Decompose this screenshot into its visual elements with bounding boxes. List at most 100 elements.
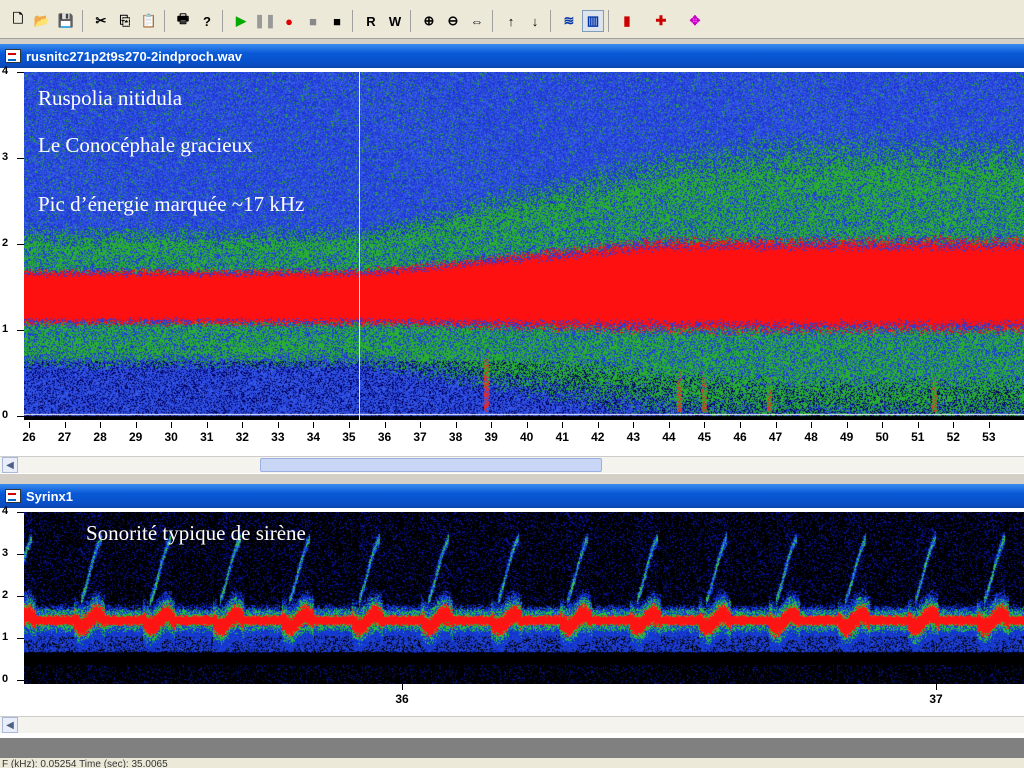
window-titlebar-main[interactable]: rusnitc271p2t9s270-2indproch.wav <box>0 44 1024 68</box>
pause-icon[interactable]: ❚❚ <box>254 10 276 32</box>
x-tick-mark <box>740 422 741 428</box>
x-tick-label: 40 <box>520 430 534 444</box>
x-tick-mark <box>135 422 137 428</box>
print-icon[interactable]: 🖶 <box>172 10 194 32</box>
x-tick-label: 27 <box>57 430 72 444</box>
toolbar-separator <box>352 10 353 32</box>
x-tick-mark <box>936 684 937 690</box>
y-tick-label: 0 <box>2 673 9 685</box>
window-title-detail: Syrinx1 <box>26 488 73 504</box>
help-icon[interactable]: ? <box>196 10 218 32</box>
spectrogram-icon[interactable]: ▥ <box>582 10 604 32</box>
y-tick-mark <box>17 680 24 681</box>
x-tick-mark <box>953 422 955 428</box>
channel-blue-icon[interactable]: ✚ <box>650 10 672 32</box>
x-tick-mark <box>206 422 208 428</box>
record-icon[interactable]: ● <box>278 10 300 32</box>
siren-sound-label: Sonorité typique de sirène <box>86 521 306 545</box>
x-tick-mark <box>29 422 30 428</box>
stop-disabled-icon[interactable]: ■ <box>302 10 324 32</box>
x-tick-label: 36 <box>377 430 392 444</box>
x-tick-mark <box>100 422 102 428</box>
document-wave-icon <box>5 489 21 503</box>
mdi-background <box>0 738 1024 758</box>
y-tick-mark <box>17 638 24 639</box>
x-tick-mark <box>668 422 670 428</box>
x-tick-label: 47 <box>768 430 783 444</box>
cut-icon[interactable]: ✂ <box>90 10 112 32</box>
x-tick-mark <box>704 422 706 428</box>
spectrogram-window-main: rusnitc271p2t9s270-2indproch.wav 43210 R… <box>0 44 1024 474</box>
x-tick-mark <box>171 422 173 428</box>
channel-pink-icon[interactable]: ✥ <box>684 10 706 32</box>
paste-icon[interactable]: 📋 <box>138 10 160 32</box>
x-tick-label: 29 <box>128 430 143 444</box>
y-tick-label: 4 <box>2 505 9 517</box>
zoom-fit-icon[interactable]: ⇔ <box>466 10 488 32</box>
x-tick-label: 26 <box>22 430 36 444</box>
y-tick-label: 2 <box>2 237 9 249</box>
x-tick-label: 28 <box>93 430 107 444</box>
x-tick-label: 35 <box>342 430 356 444</box>
stop-icon[interactable]: ■ <box>326 10 348 32</box>
window-titlebar-detail[interactable]: Syrinx1 <box>0 484 1024 508</box>
x-tick-label: 50 <box>875 430 889 444</box>
y-tick-label: 3 <box>2 151 9 163</box>
spectrogram-window-detail: Syrinx1 4 3 2 1 0 Sonorité typique de sirène… <box>0 484 1024 738</box>
y-tick-mark <box>17 512 24 513</box>
time-cursor[interactable] <box>359 72 360 420</box>
x-tick-mark <box>277 422 279 428</box>
y-tick-label: 0 <box>2 409 9 421</box>
x-tick-label: 36 <box>395 692 409 706</box>
y-tick-mark <box>17 158 24 159</box>
y-tick-mark <box>17 554 24 555</box>
read-icon[interactable]: R <box>360 10 382 32</box>
x-tick-label: 31 <box>200 430 214 444</box>
x-tick-label: 34 <box>306 430 321 444</box>
x-tick-mark <box>384 422 386 428</box>
amplitude-up-icon[interactable]: ↑ <box>500 10 522 32</box>
scroll-left-icon[interactable]: ◀ <box>2 717 18 733</box>
play-icon[interactable]: ▶ <box>230 10 252 32</box>
scroll-left-icon[interactable]: ◀ <box>2 457 18 473</box>
peak-energy-label: Pic d’énergie marquée ~17 kHz <box>38 192 305 216</box>
open-icon[interactable]: 📂 <box>31 10 53 32</box>
x-tick-label: 37 <box>929 692 943 706</box>
x-tick-label: 43 <box>626 430 641 444</box>
x-tick-mark <box>64 422 66 428</box>
toolbar-separator <box>164 10 165 32</box>
toolbar-separator <box>550 10 551 32</box>
x-tick-mark <box>313 422 315 428</box>
save-icon[interactable]: 💾 <box>55 10 77 32</box>
horizontal-scrollbar-detail[interactable]: ◀ <box>0 716 1024 733</box>
y-tick-mark <box>17 596 24 597</box>
x-tick-mark <box>491 422 493 428</box>
y-tick-mark <box>17 330 24 331</box>
y-tick-label: 1 <box>2 631 9 643</box>
horizontal-scrollbar-main[interactable]: ◀ <box>0 456 1024 473</box>
x-tick-mark <box>633 422 635 428</box>
new-icon[interactable]: 🗋 <box>7 10 29 32</box>
copy-icon[interactable]: ⎘ <box>114 10 136 32</box>
channel-red-icon[interactable]: ▮ <box>616 10 638 32</box>
waveform-icon[interactable]: ≋ <box>558 10 580 32</box>
x-tick-label: 30 <box>164 430 178 444</box>
common-name-label: Le Conocéphale gracieux <box>38 133 253 157</box>
toolbar-separator <box>492 10 493 32</box>
zoom-out-icon[interactable]: ⊖ <box>442 10 464 32</box>
x-tick-mark <box>242 422 244 428</box>
zoom-in-icon[interactable]: ⊕ <box>418 10 440 32</box>
toolbar: 🗋 📂 💾 ✂ ⎘ 📋 🖶? ▶ ❚❚ ● ■ ■ R W ⊕ ⊖ ⇔ ↑ ↓ ≋ ▥ ▮ ✚ ✥ <box>0 0 1024 39</box>
document-wave-icon <box>5 49 21 63</box>
toolbar-separator <box>82 10 83 32</box>
x-tick-label: 53 <box>982 430 996 444</box>
y-tick-mark <box>17 72 24 73</box>
x-tick-label: 32 <box>235 430 249 444</box>
scroll-thumb-main[interactable] <box>260 458 602 472</box>
write-icon[interactable]: W <box>384 10 406 32</box>
x-tick-mark <box>597 422 599 428</box>
spectrogram-main[interactable] <box>24 72 1024 420</box>
x-tick-label: 51 <box>911 430 925 444</box>
amplitude-down-icon[interactable]: ↓ <box>524 10 546 32</box>
x-tick-mark <box>455 422 457 428</box>
